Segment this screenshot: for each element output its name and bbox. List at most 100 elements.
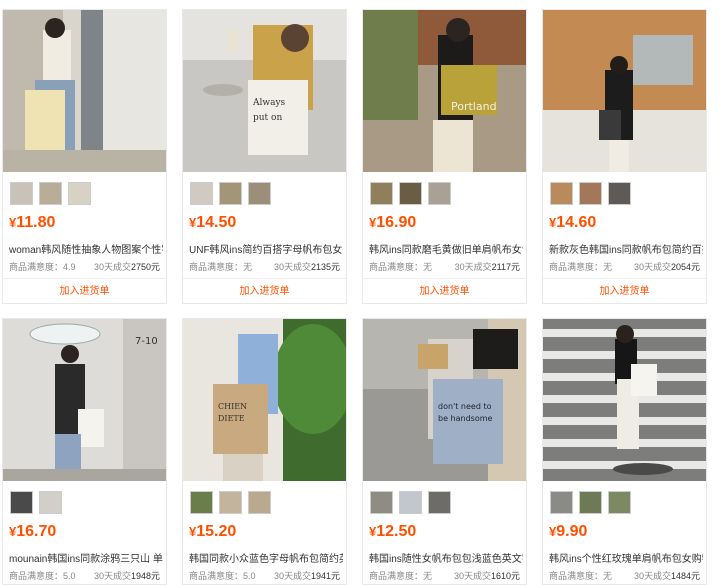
thumbnail-strip xyxy=(370,182,451,205)
svg-text:be handsome: be handsome xyxy=(438,414,493,423)
rating-value: 5.0 xyxy=(63,571,76,581)
product-price: ¥11.80 xyxy=(9,214,55,232)
volume-label: 30天成交 xyxy=(453,571,491,581)
price-value: 16.90 xyxy=(376,214,417,231)
product-image[interactable]: don't need to be handsome xyxy=(363,319,526,481)
volume-text: 30天成交1484元 xyxy=(634,569,700,582)
thumbnail-strip xyxy=(10,182,91,205)
product-image[interactable] xyxy=(543,319,706,481)
product-card[interactable]: ¥9.90 韩风ins个性红玫瑰单肩帆布包女购物... 商品满意度：无 30天成… xyxy=(542,318,707,585)
add-to-cart-button[interactable]: 加入进货单 xyxy=(543,278,706,305)
product-image[interactable]: Always put on xyxy=(183,10,346,172)
product-meta: 商品满意度：5.0 30天成交1948元 xyxy=(9,569,160,582)
thumbnail[interactable] xyxy=(428,182,451,205)
product-image[interactable] xyxy=(543,10,706,172)
rating-value: 无 xyxy=(603,571,613,581)
svg-text:CHIEN: CHIEN xyxy=(218,402,247,411)
rating-value: 4.9 xyxy=(63,262,76,272)
product-title[interactable]: woman韩风随性抽象人物图案个性字... xyxy=(9,241,163,256)
product-title[interactable]: 韩风ins同款磨毛黄做旧单肩帆布女包 ... xyxy=(369,241,523,256)
thumbnail[interactable] xyxy=(579,182,602,205)
add-to-cart-button[interactable]: 加入进货单 xyxy=(183,278,346,305)
product-price: ¥14.50 xyxy=(189,214,236,232)
rating-label: 商品满意度： xyxy=(369,262,424,272)
product-card[interactable]: don't need to be handsome ¥12.50 韩国ins随性… xyxy=(362,318,527,585)
price-value: 14.60 xyxy=(556,214,597,231)
thumbnail[interactable] xyxy=(608,182,631,205)
product-image[interactable]: CHIEN DIETE xyxy=(183,319,346,481)
rating-label: 商品满意度： xyxy=(189,262,244,272)
product-image[interactable] xyxy=(3,10,166,172)
thumbnail[interactable] xyxy=(190,182,213,205)
rating-value: 无 xyxy=(603,262,613,272)
thumbnail[interactable] xyxy=(39,491,62,514)
product-meta: 商品满意度：无 30天成交1610元 xyxy=(369,569,520,582)
thumbnail[interactable] xyxy=(39,182,62,205)
thumbnail[interactable] xyxy=(219,182,242,205)
thumbnail[interactable] xyxy=(428,491,451,514)
thumbnail[interactable] xyxy=(370,491,393,514)
thumbnail[interactable] xyxy=(10,182,33,205)
thumbnail[interactable] xyxy=(608,491,631,514)
rating-label: 商品满意度： xyxy=(369,571,424,581)
rating-value: 5.0 xyxy=(243,571,256,581)
thumbnail-strip xyxy=(550,491,631,514)
svg-text:DIETE: DIETE xyxy=(218,414,245,423)
volume-value: 2750元 xyxy=(130,262,160,272)
product-card[interactable]: ¥11.80 woman韩风随性抽象人物图案个性字... 商品满意度：4.9 3… xyxy=(2,9,167,304)
thumbnail[interactable] xyxy=(579,491,602,514)
product-title[interactable]: 新款灰色韩国ins同款帆布包简约百搭... xyxy=(549,241,703,256)
product-card[interactable]: 7-10 ¥16.70 mounain韩国ins同款涂鸦三只山 单肩... 商品… xyxy=(2,318,167,585)
add-to-cart-button[interactable]: 加入进货单 xyxy=(363,278,526,305)
rating-text: 商品满意度：无 xyxy=(549,260,612,273)
rating-value: 无 xyxy=(243,262,253,272)
thumbnail[interactable] xyxy=(399,182,422,205)
product-title[interactable]: mounain韩国ins同款涂鸦三只山 单肩... xyxy=(9,550,163,565)
rating-text: 商品满意度：4.9 xyxy=(9,260,76,273)
rating-text: 商品满意度：无 xyxy=(549,569,612,582)
thumbnail[interactable] xyxy=(190,491,213,514)
product-meta: 商品满意度：无 30天成交2054元 xyxy=(549,260,700,273)
thumbnail[interactable] xyxy=(248,491,271,514)
product-title[interactable]: 韩风ins个性红玫瑰单肩帆布包女购物... xyxy=(549,550,703,565)
volume-value: 1948元 xyxy=(130,571,160,581)
product-title[interactable]: UNF韩风ins简约百搭字母帆布包女手... xyxy=(189,241,343,256)
thumbnail[interactable] xyxy=(219,491,242,514)
rating-value: 无 xyxy=(423,571,433,581)
rating-label: 商品满意度： xyxy=(549,262,604,272)
thumbnail[interactable] xyxy=(550,491,573,514)
rating-text: 商品满意度：无 xyxy=(369,260,432,273)
thumbnail[interactable] xyxy=(370,182,393,205)
thumbnail[interactable] xyxy=(68,182,91,205)
volume-text: 30天成交2117元 xyxy=(455,260,520,273)
rating-label: 商品满意度： xyxy=(549,571,604,581)
add-to-cart-button[interactable]: 加入进货单 xyxy=(3,278,166,305)
product-meta: 商品满意度：4.9 30天成交2750元 xyxy=(9,260,160,273)
volume-label: 30天成交 xyxy=(454,262,492,272)
product-card[interactable]: ¥14.60 新款灰色韩国ins同款帆布包简约百搭... 商品满意度：无 30天… xyxy=(542,9,707,304)
product-card[interactable]: Always put on ¥14.50 UNF韩风ins简约百搭字母帆布包女手… xyxy=(182,9,347,304)
price-value: 16.70 xyxy=(16,523,57,540)
product-image[interactable]: 7-10 xyxy=(3,319,166,481)
volume-label: 30天成交 xyxy=(273,262,311,272)
thumbnail[interactable] xyxy=(10,491,33,514)
rating-label: 商品满意度： xyxy=(9,571,64,581)
thumbnail[interactable] xyxy=(248,182,271,205)
rating-value: 无 xyxy=(423,262,433,272)
product-image[interactable]: Portland xyxy=(363,10,526,172)
product-price: ¥16.90 xyxy=(369,214,416,232)
volume-text: 30天成交1610元 xyxy=(454,569,520,582)
thumbnail-strip xyxy=(370,491,451,514)
volume-value: 2054元 xyxy=(670,262,700,272)
thumbnail[interactable] xyxy=(550,182,573,205)
product-meta: 商品满意度：无 30天成交2135元 xyxy=(189,260,340,273)
thumbnail[interactable] xyxy=(399,491,422,514)
volume-value: 1941元 xyxy=(310,571,340,581)
product-title[interactable]: 韩国ins随性女帆布包包浅蓝色英文字... xyxy=(369,550,523,565)
product-card[interactable]: Portland ¥16.90 韩风ins同款磨毛黄做旧单肩帆布女包 ... 商… xyxy=(362,9,527,304)
price-value: 9.90 xyxy=(556,523,588,540)
thumbnail-strip xyxy=(190,182,271,205)
product-card[interactable]: CHIEN DIETE ¥15.20 韩国同款小众蓝色字母帆布包简约英... 商… xyxy=(182,318,347,585)
product-title[interactable]: 韩国同款小众蓝色字母帆布包简约英... xyxy=(189,550,343,565)
volume-value: 1484元 xyxy=(670,571,700,581)
